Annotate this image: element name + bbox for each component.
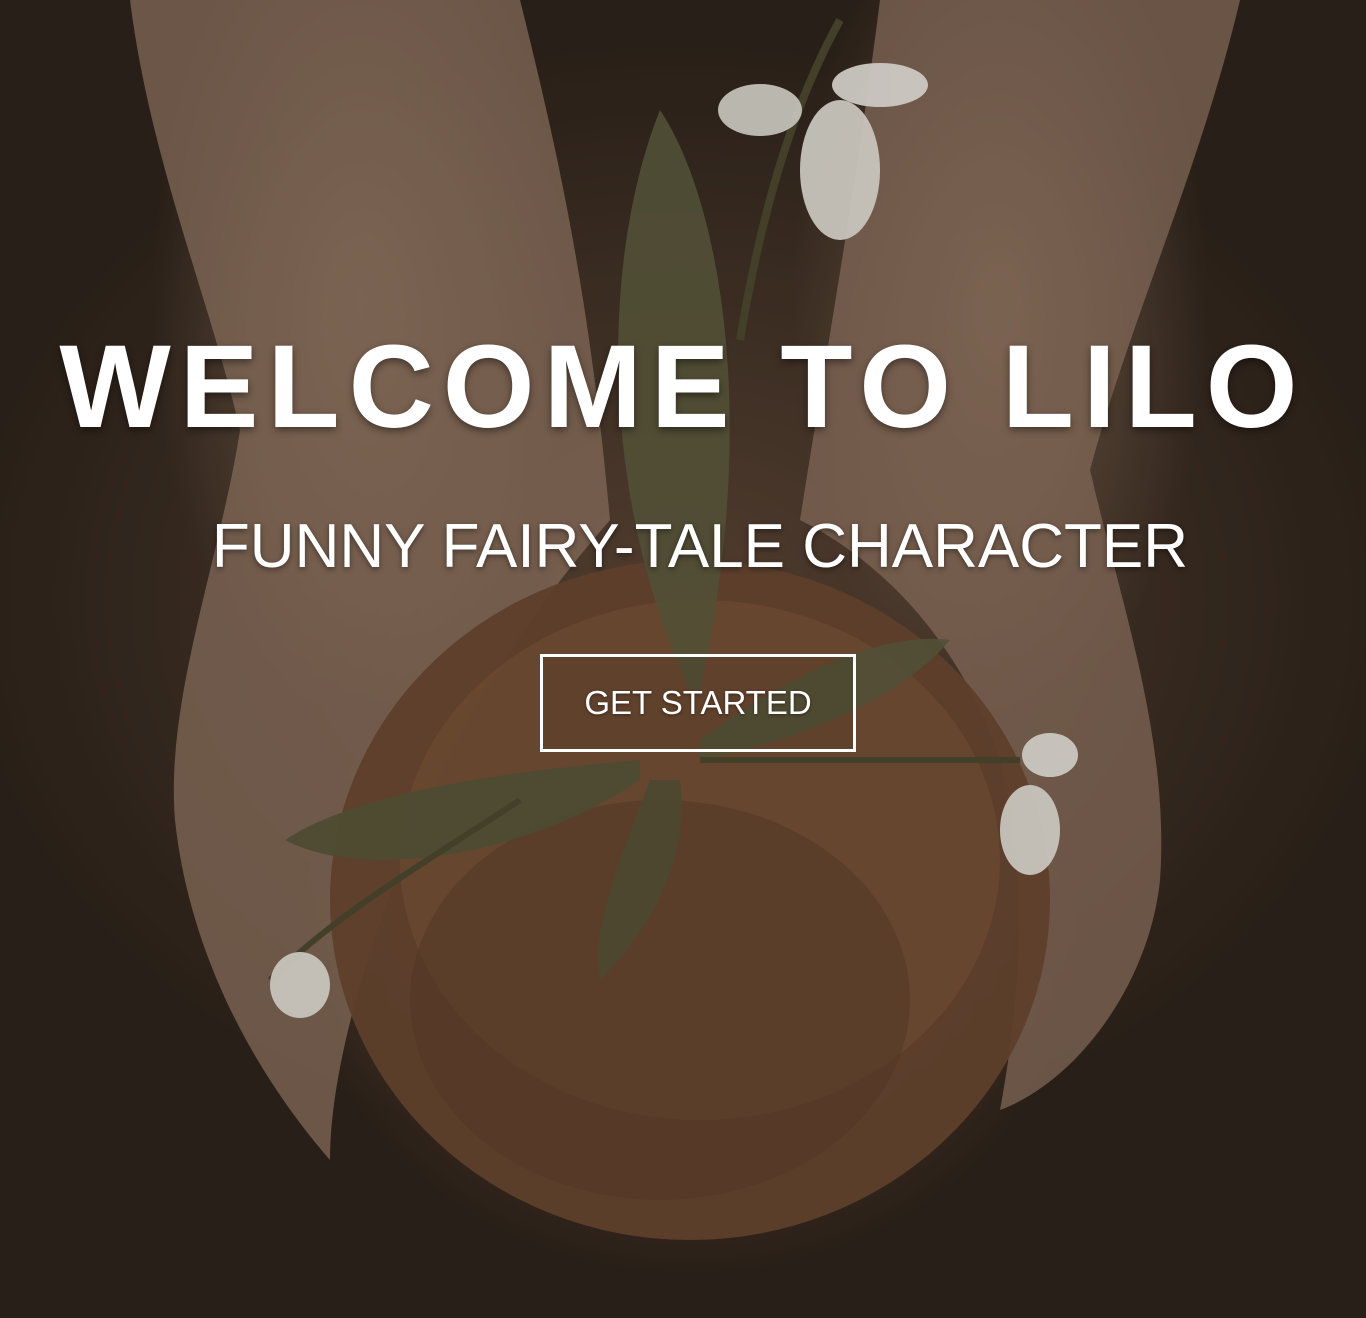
hero-subtitle: FUNNY FAIRY-TALE CHARACTER — [211, 512, 1189, 581]
get-started-button[interactable]: GET STARTED — [540, 654, 856, 752]
hero-title: WELCOME TO LILO — [59, 321, 1307, 453]
hero-content: WELCOME TO LILO FUNNY FAIRY-TALE CHARACT… — [0, 0, 1366, 1318]
hero-section: WELCOME TO LILO FUNNY FAIRY-TALE CHARACT… — [0, 0, 1366, 1318]
